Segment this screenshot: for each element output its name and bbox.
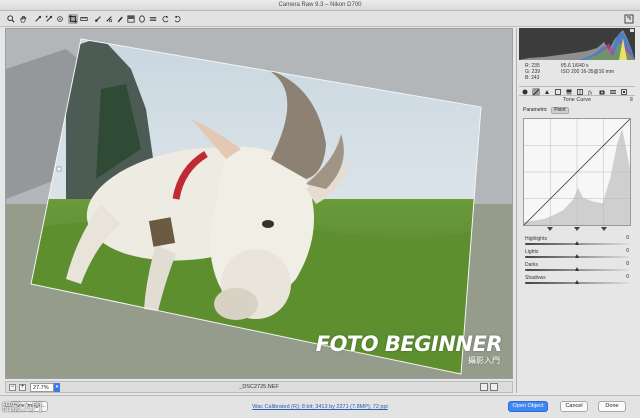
corner-watermark: 攝影入門	[2, 403, 42, 414]
preferences-icon[interactable]	[148, 14, 158, 24]
photo-preview-graphic	[6, 29, 512, 378]
zoom-icon[interactable]	[6, 14, 16, 24]
radial-filter-icon[interactable]	[137, 14, 147, 24]
crop-icon[interactable]	[68, 14, 78, 24]
panel-tab-bar: fx	[519, 86, 635, 96]
presets-tab-icon[interactable]	[609, 88, 617, 96]
panel-menu-icon[interactable]: ≡	[629, 97, 633, 103]
straighten-icon[interactable]	[79, 14, 89, 24]
done-button[interactable]: Done	[598, 401, 626, 412]
slider-value[interactable]: 0	[619, 248, 629, 254]
iso-lens-info: ISO 200 16-35@16 mm	[561, 69, 614, 75]
window-title: Camera Raw 9.3 – Nikon D700	[278, 2, 362, 8]
rotate-cw-icon[interactable]	[172, 14, 182, 24]
canvas-status-bar: − + 27.7% ▾ _DSC2725.NEF	[5, 381, 513, 393]
spot-removal-icon[interactable]	[93, 14, 103, 24]
adjustment-brush-icon[interactable]	[115, 14, 125, 24]
footer-bar: Save Image... Wac Calibrated (R); 8 bit;…	[0, 395, 640, 418]
split-handle-shadows[interactable]	[547, 227, 553, 231]
rotate-ccw-icon[interactable]	[161, 14, 171, 24]
snapshots-tab-icon[interactable]	[620, 88, 628, 96]
before-after-icon[interactable]	[480, 383, 488, 391]
hand-icon[interactable]	[18, 14, 28, 24]
slider-value[interactable]: 0	[619, 274, 629, 280]
tone-curve-tab-icon[interactable]	[532, 88, 540, 96]
image-preview[interactable]: FOTO BEGINNER 攝影入門	[5, 28, 513, 379]
hsl-tab-icon[interactable]	[554, 88, 562, 96]
slider-thumb[interactable]	[574, 241, 579, 245]
toolbar	[0, 11, 640, 27]
cancel-button[interactable]: Cancel	[560, 401, 588, 412]
slider-value[interactable]: 0	[619, 235, 629, 241]
open-object-button[interactable]: Open Object	[508, 401, 548, 412]
watermark-text: FOTO BEGINNER	[315, 332, 503, 356]
targeted-adjust-icon[interactable]	[55, 14, 65, 24]
svg-text:fx: fx	[588, 90, 593, 96]
slider-thumb[interactable]	[574, 254, 579, 258]
split-toning-tab-icon[interactable]	[565, 88, 573, 96]
slider-highlights[interactable]: Highlights 0	[523, 235, 631, 247]
adjustment-panel: R: 235 G: 239 B: 243 f/5.6 1/640 s ISO 2…	[516, 28, 636, 393]
camera-calibration-tab-icon[interactable]	[598, 88, 606, 96]
graduated-filter-icon[interactable]	[126, 14, 136, 24]
slider-thumb[interactable]	[574, 280, 579, 284]
rgb-readout: R: 235 G: 239 B: 243 f/5.6 1/640 s ISO 2…	[521, 62, 635, 84]
curve-mode-tabs: Parametric Point	[521, 107, 571, 114]
lens-corrections-tab-icon[interactable]	[576, 88, 584, 96]
watermark-subtext: 攝影入門	[468, 356, 500, 365]
tone-curve-graph[interactable]	[523, 118, 631, 226]
slider-darks[interactable]: Darks 0	[523, 261, 631, 273]
section-title: Tone Curve	[562, 97, 592, 103]
fullscreen-toggle-icon[interactable]	[624, 14, 634, 24]
split-handle-midtones[interactable]	[574, 227, 580, 231]
red-eye-icon[interactable]	[104, 14, 114, 24]
slider-label: Highlights	[525, 236, 547, 242]
color-sampler-icon[interactable]	[44, 14, 54, 24]
curve-split-handles	[523, 227, 631, 233]
slider-value[interactable]: 0	[619, 261, 629, 267]
view-toggle-group	[478, 383, 508, 392]
slider-lights[interactable]: Lights 0	[523, 248, 631, 260]
histogram	[519, 28, 635, 60]
slider-label: Lights	[525, 249, 539, 255]
readout-blue: B: 243	[525, 75, 540, 81]
tab-point[interactable]: Point	[551, 107, 569, 114]
file-name: _DSC2725.NEF	[239, 384, 279, 390]
slider-label: Darks	[525, 262, 539, 268]
preview-toggle-icon[interactable]	[490, 383, 498, 391]
detail-tab-icon[interactable]	[543, 88, 551, 96]
slider-thumb[interactable]	[574, 267, 579, 271]
split-handle-highlights[interactable]	[601, 227, 607, 231]
effects-tab-icon[interactable]: fx	[587, 88, 595, 96]
white-balance-icon[interactable]	[33, 14, 43, 24]
tab-parametric[interactable]: Parametric	[521, 107, 549, 114]
slider-label: Shadows	[525, 275, 546, 281]
title-bar: Camera Raw 9.3 – Nikon D700	[0, 0, 640, 11]
slider-shadows[interactable]: Shadows 0	[523, 274, 631, 286]
basic-tab-icon[interactable]	[521, 88, 529, 96]
